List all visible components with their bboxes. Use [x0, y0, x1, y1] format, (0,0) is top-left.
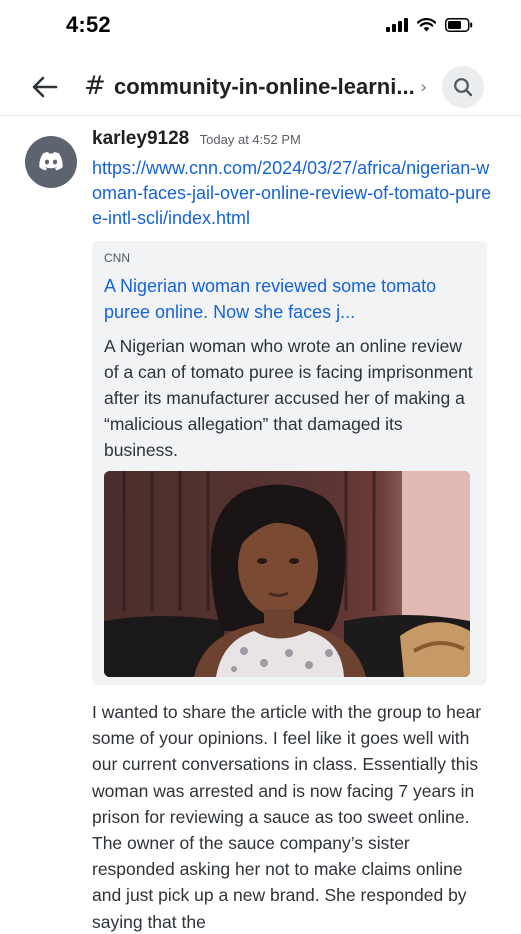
embed-thumbnail-image[interactable] — [104, 471, 470, 677]
chevron-right-icon[interactable]: › — [420, 77, 427, 98]
message-text: I wanted to share the article with the g… — [92, 702, 482, 932]
status-bar: 4:52 — [0, 0, 521, 50]
status-time: 4:52 — [66, 12, 111, 37]
link-embed: CNN A Nigerian woman reviewed some tomat… — [92, 241, 487, 685]
wifi-icon — [417, 18, 436, 32]
channel-header: # community-in-online-learni... › — [0, 60, 521, 116]
discord-logo-icon — [39, 152, 63, 171]
message-timestamp: Today at 4:52 PM — [199, 132, 301, 147]
embed-description: A Nigerian woman who wrote an online rev… — [104, 336, 473, 460]
search-icon — [454, 78, 473, 97]
battery-icon — [445, 18, 473, 32]
author-name[interactable]: karley9128 — [92, 128, 189, 149]
embed-provider: CNN — [104, 251, 130, 265]
message-link[interactable]: https://www.cnn.com/2024/03/27/africa/ni… — [92, 156, 497, 231]
cellular-signal-icon — [386, 18, 408, 32]
message-body: karley9128 Today at 4:52 PM https://www.… — [92, 128, 497, 934]
status-icons — [386, 18, 473, 32]
search-button[interactable] — [442, 66, 484, 108]
avatar[interactable] — [25, 136, 77, 188]
channel-name[interactable]: community-in-online-learni... — [114, 74, 415, 100]
arrow-left-icon[interactable] — [30, 72, 60, 102]
message-header: karley9128 Today at 4:52 PM — [92, 128, 497, 154]
channel-hash-icon: # — [84, 71, 106, 101]
embed-title[interactable]: A Nigerian woman reviewed some tomato pu… — [104, 273, 475, 325]
